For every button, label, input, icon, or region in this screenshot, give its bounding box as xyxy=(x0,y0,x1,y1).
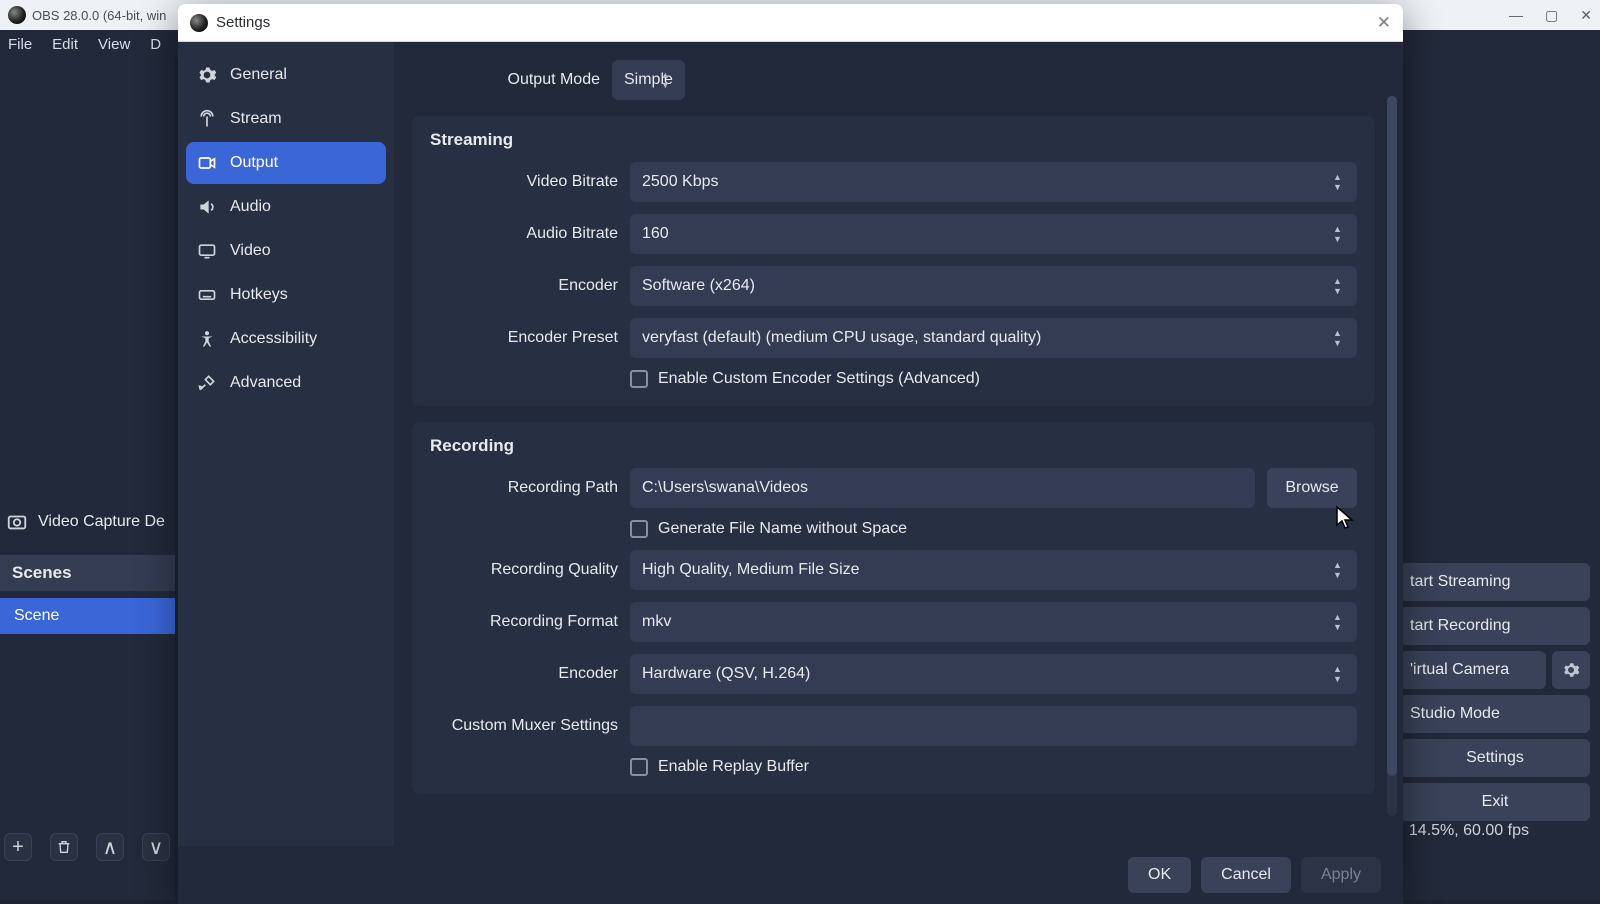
studio-mode-button[interactable]: Studio Mode xyxy=(1400,695,1590,733)
streaming-encoder-select[interactable]: Software (x264) ▲▼ xyxy=(630,266,1357,306)
dialog-button-row: OK Cancel Apply xyxy=(178,846,1403,904)
streaming-heading: Streaming xyxy=(430,130,1357,150)
recording-path-input[interactable] xyxy=(630,468,1255,508)
output-mode-select[interactable]: Simple ▲▼ xyxy=(612,60,685,100)
menu-file[interactable]: File xyxy=(8,36,32,53)
app-title: OBS 28.0.0 (64-bit, win xyxy=(32,8,166,23)
recording-encoder-label: Encoder xyxy=(430,665,618,683)
output-icon xyxy=(196,152,218,174)
sidebar-item-stream[interactable]: Stream xyxy=(186,98,386,140)
camera-icon xyxy=(6,511,28,533)
recording-path-label: Recording Path xyxy=(430,479,618,497)
chevron-updown-icon: ▲▼ xyxy=(1333,214,1349,254)
exit-button[interactable]: Exit xyxy=(1400,783,1590,821)
gear-icon xyxy=(1562,661,1580,679)
window-maximize-icon[interactable]: ▢ xyxy=(1545,8,1558,22)
sidebar-item-general[interactable]: General xyxy=(186,54,386,96)
enable-custom-encoder-checkbox[interactable] xyxy=(630,370,648,388)
keyboard-icon xyxy=(196,284,218,306)
sidebar-item-advanced[interactable]: Advanced xyxy=(186,362,386,404)
audio-bitrate-select[interactable]: 160 ▲▼ xyxy=(630,214,1357,254)
virtual-camera-settings-button[interactable] xyxy=(1552,651,1590,689)
muxer-input[interactable] xyxy=(630,706,1357,746)
start-recording-button[interactable]: tart Recording xyxy=(1400,607,1590,645)
recording-quality-label: Recording Quality xyxy=(430,561,618,579)
window-minimize-icon[interactable]: — xyxy=(1509,8,1523,22)
recording-quality-select[interactable]: High Quality, Medium File Size ▲▼ xyxy=(630,550,1357,590)
spinner-icon: ▲▼ xyxy=(1333,162,1349,202)
chevron-updown-icon: ▲▼ xyxy=(1333,602,1349,642)
encoder-preset-label: Encoder Preset xyxy=(430,329,618,347)
gear-icon xyxy=(196,64,218,86)
recording-encoder-select[interactable]: Hardware (QSV, H.264) ▲▼ xyxy=(630,654,1357,694)
output-mode-label: Output Mode xyxy=(412,71,600,89)
scene-up-button[interactable]: ∧ xyxy=(96,833,124,861)
recording-format-select[interactable]: mkv ▲▼ xyxy=(630,602,1357,642)
chevron-updown-icon: ▲▼ xyxy=(661,60,677,100)
sidebar-item-audio[interactable]: Audio xyxy=(186,186,386,228)
replay-buffer-label: Enable Replay Buffer xyxy=(658,758,809,776)
encoder-preset-select[interactable]: veryfast (default) (medium CPU usage, st… xyxy=(630,318,1357,358)
settings-dialog: Settings ✕ General Stream Output xyxy=(178,4,1403,904)
audio-bitrate-label: Audio Bitrate xyxy=(430,225,618,243)
status-cpu-fps: : 14.5%, 60.00 fps xyxy=(1400,822,1588,840)
dialog-titlebar: Settings ✕ xyxy=(178,4,1403,42)
chevron-updown-icon: ▲▼ xyxy=(1333,654,1349,694)
window-close-icon[interactable]: ✕ xyxy=(1580,8,1592,22)
filename-nospace-label: Generate File Name without Space xyxy=(658,520,907,538)
chevron-updown-icon: ▲▼ xyxy=(1333,550,1349,590)
menu-view[interactable]: View xyxy=(98,36,130,53)
filename-nospace-checkbox[interactable] xyxy=(630,520,648,538)
enable-custom-encoder-label: Enable Custom Encoder Settings (Advanced… xyxy=(658,370,980,388)
muxer-label: Custom Muxer Settings xyxy=(430,717,618,735)
replay-buffer-checkbox[interactable] xyxy=(630,758,648,776)
accessibility-icon xyxy=(196,328,218,350)
settings-button[interactable]: Settings xyxy=(1400,739,1590,777)
scene-remove-button[interactable] xyxy=(50,833,78,861)
speaker-icon xyxy=(196,196,218,218)
menu-edit[interactable]: Edit xyxy=(52,36,78,53)
chevron-updown-icon: ▲▼ xyxy=(1333,318,1349,358)
settings-sidebar: General Stream Output Audio xyxy=(178,42,394,846)
streaming-encoder-label: Encoder xyxy=(430,277,618,295)
scene-item[interactable]: Scene xyxy=(0,598,175,634)
antenna-icon xyxy=(196,108,218,130)
streaming-panel: Streaming Video Bitrate 2500 Kbps ▲▼ Aud… xyxy=(412,116,1375,406)
menu-docks[interactable]: D xyxy=(150,36,161,53)
tools-icon xyxy=(196,372,218,394)
start-streaming-button[interactable]: tart Streaming xyxy=(1400,563,1590,601)
apply-button[interactable]: Apply xyxy=(1301,857,1381,893)
obs-logo-icon xyxy=(190,14,208,32)
video-bitrate-input[interactable]: 2500 Kbps ▲▼ xyxy=(630,162,1357,202)
dialog-title: Settings xyxy=(216,14,270,31)
sidebar-item-video[interactable]: Video xyxy=(186,230,386,272)
chevron-updown-icon: ▲▼ xyxy=(1333,266,1349,306)
browse-button[interactable]: Browse xyxy=(1267,468,1357,508)
sidebar-item-hotkeys[interactable]: Hotkeys xyxy=(186,274,386,316)
recording-panel: Recording Recording Path Browse Generate… xyxy=(412,422,1375,794)
obs-logo-icon xyxy=(8,6,26,24)
recording-format-label: Recording Format xyxy=(430,613,618,631)
video-bitrate-label: Video Bitrate xyxy=(430,173,618,191)
scrollbar-thumb[interactable] xyxy=(1387,96,1397,776)
scene-add-button[interactable]: + xyxy=(4,833,32,861)
sidebar-item-output[interactable]: Output xyxy=(186,142,386,184)
ok-button[interactable]: OK xyxy=(1128,857,1191,893)
monitor-icon xyxy=(196,240,218,262)
scenes-header: Scenes xyxy=(0,555,175,591)
scene-down-button[interactable]: ∨ xyxy=(142,833,170,861)
virtual-camera-button[interactable]: 'irtual Camera xyxy=(1400,651,1546,689)
cancel-button[interactable]: Cancel xyxy=(1201,857,1291,893)
sidebar-item-accessibility[interactable]: Accessibility xyxy=(186,318,386,360)
dialog-close-button[interactable]: ✕ xyxy=(1377,13,1391,33)
recording-heading: Recording xyxy=(430,436,1357,456)
